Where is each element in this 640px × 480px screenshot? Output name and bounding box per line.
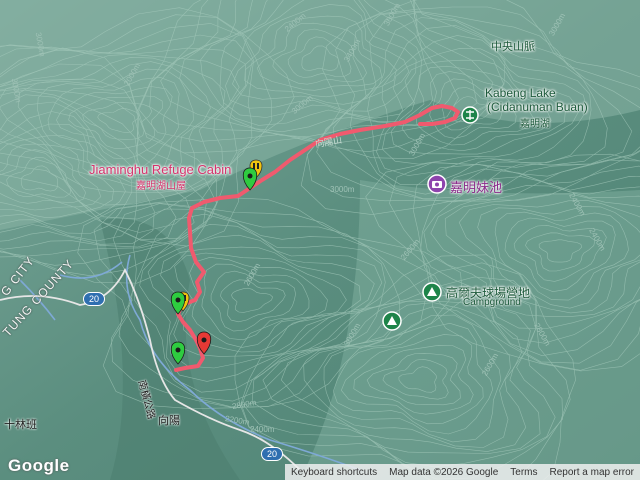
poi-campground-2-icon[interactable] bbox=[382, 311, 402, 331]
kabeng-lake-zh-label: 嘉明湖 bbox=[520, 119, 550, 130]
central-range-label: 中央山脈 bbox=[491, 41, 535, 53]
keyboard-shortcuts-link[interactable]: Keyboard shortcuts bbox=[285, 467, 383, 478]
terrain-map[interactable] bbox=[0, 0, 640, 480]
refuge-cabin-label: Jiaminghu Refuge Cabin bbox=[89, 162, 232, 177]
xiangyang-label: 向陽 bbox=[158, 415, 180, 427]
shilin-label: 十林班 bbox=[4, 419, 37, 431]
poi-camera-icon[interactable] bbox=[427, 174, 447, 194]
poi-kabeng-lake-icon[interactable] bbox=[461, 106, 479, 124]
google-logo: Google bbox=[8, 456, 70, 475]
contour-elevation-label: 2400m bbox=[250, 425, 275, 434]
sister-pond-label: 嘉明妹池 bbox=[450, 180, 503, 195]
refuge-cabin-zh-label: 嘉明湖山屋 bbox=[136, 181, 186, 192]
report-error-link[interactable]: Report a map error bbox=[544, 467, 640, 478]
terms-link[interactable]: Terms bbox=[504, 467, 543, 478]
poi-campground-icon[interactable] bbox=[422, 282, 442, 302]
contour-elevation-label: 3000m bbox=[330, 185, 355, 194]
map-data-attribution: Map data ©2026 Google bbox=[389, 466, 499, 478]
route-20-badge-2: 20 bbox=[261, 447, 284, 461]
route-20-badge: 20 bbox=[83, 292, 106, 306]
campground-label: Campground bbox=[463, 297, 521, 308]
map-footer: Keyboard shortcuts Map data ©2026 Google… bbox=[284, 464, 640, 480]
kabeng-lake-native-label: (Cidanuman Buan) bbox=[487, 100, 588, 114]
kabeng-lake-label: Kabeng Lake bbox=[485, 86, 556, 100]
